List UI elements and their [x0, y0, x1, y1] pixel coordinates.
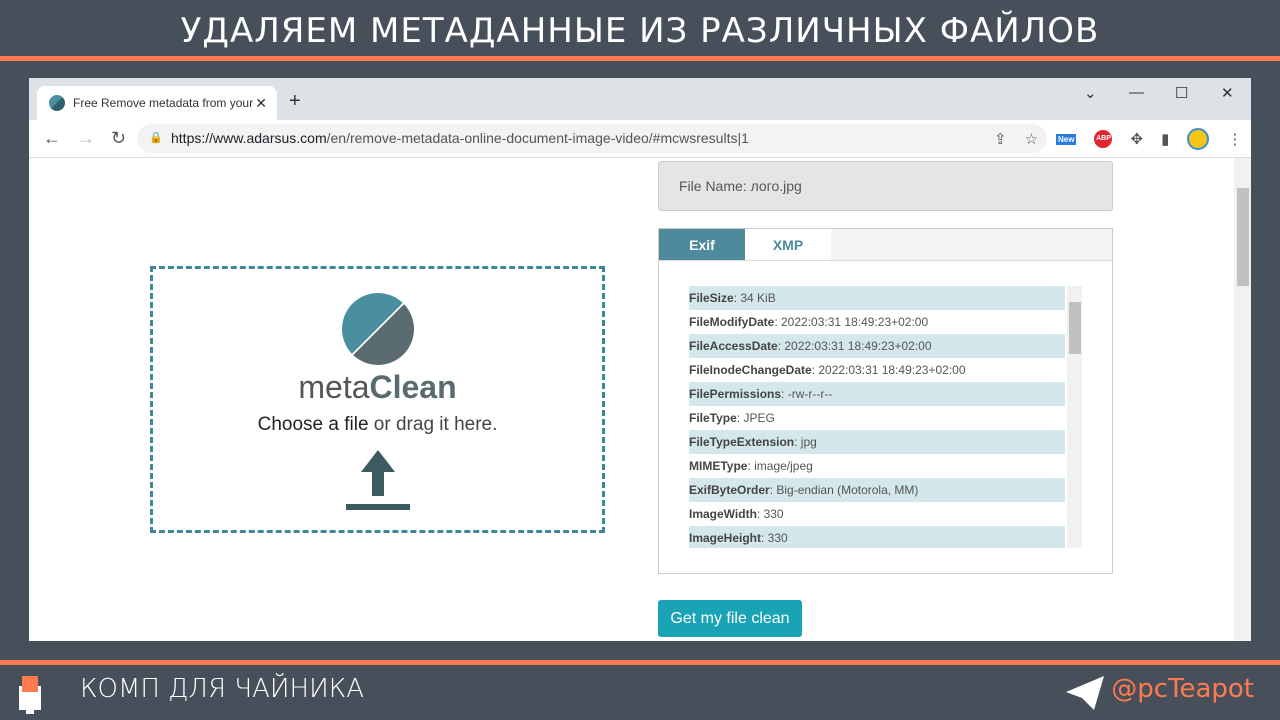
metadata-row: FileType: JPEG [689, 406, 1065, 430]
share-icon[interactable]: ⇪ [994, 130, 1007, 148]
side-panel-icon[interactable]: ▮ [1161, 130, 1169, 148]
metadata-list: FileSize: 34 KiB FileModifyDate: 2022:03:… [689, 286, 1065, 548]
computer-teapot-icon [19, 676, 41, 714]
metadata-row: FilePermissions: -rw-r--r-- [689, 382, 1065, 406]
metadata-key: ImageHeight [689, 531, 762, 545]
bookmark-star-icon[interactable]: ☆ [1025, 130, 1038, 148]
site-favicon-icon [49, 95, 65, 111]
choose-file-text[interactable]: Choose a file or drag it here. [153, 414, 602, 436]
metadata-key: FileType [689, 411, 737, 425]
file-drop-zone[interactable]: metaClean Choose a file or drag it here. [150, 266, 605, 533]
tab-title: Free Remove metadata from your [73, 96, 254, 110]
url-host: https://www.adarsus.com [171, 130, 327, 146]
metadata-row: FileInodeChangeDate: 2022:03:31 18:49:23… [689, 358, 1065, 382]
extensions-puzzle-icon[interactable]: ✥ [1130, 130, 1143, 148]
metadata-row: ImageHeight: 330 [689, 526, 1065, 548]
forward-icon[interactable]: → [77, 128, 97, 149]
extension-new-icon[interactable]: New [1056, 133, 1077, 145]
get-file-clean-button[interactable]: Get my file clean [658, 600, 802, 637]
divider [0, 660, 1280, 665]
telegram-icon [1066, 676, 1104, 710]
maximize-button[interactable]: ☐ [1175, 84, 1188, 102]
banner-title: УДАЛЯЕМ МЕТАДАННЫЕ ИЗ РАЗЛИЧНЫХ ФАЙЛОВ [180, 11, 1100, 51]
metadata-value: : 2022:03:31 18:49:23+02:00 [811, 363, 966, 377]
divider [0, 56, 1280, 61]
metadata-row: FileTypeExtension: jpg [689, 430, 1065, 454]
metadata-row: ImageWidth: 330 [689, 502, 1065, 526]
browser-window: Free Remove metadata from your ✕ + ⌄ — ☐… [29, 78, 1251, 641]
page-scrollbar[interactable] [1234, 158, 1251, 641]
metaclean-logo-icon [341, 293, 414, 365]
footer: КОМП ДЛЯ ЧАЙНИКА @pcTeapot [0, 666, 1280, 720]
menu-kebab-icon[interactable]: ⋮ [1227, 130, 1242, 148]
metadata-key: FileModifyDate [689, 315, 775, 329]
minimize-button[interactable]: — [1129, 84, 1144, 101]
back-icon[interactable]: ← [43, 128, 63, 149]
metadata-key: FileAccessDate [689, 339, 778, 353]
metadata-value: : image/jpeg [747, 459, 813, 473]
metadata-key: FilePermissions [689, 387, 782, 401]
metadata-row: MIMEType: image/jpeg [689, 454, 1065, 478]
tab-exif[interactable]: Exif [659, 229, 745, 260]
brand-name: metaClean [298, 369, 457, 405]
metadata-value: : 2022:03:31 18:49:23+02:00 [774, 315, 929, 329]
metadata-value: : 330 [761, 531, 788, 545]
tab-bar: Free Remove metadata from your ✕ + ⌄ — ☐… [29, 78, 1251, 120]
new-tab-button[interactable]: + [289, 90, 301, 113]
adblock-icon[interactable]: ABP [1094, 130, 1113, 148]
web-page: metaClean Choose a file or drag it here.… [29, 158, 1234, 641]
metadata-value: : 330 [756, 507, 784, 521]
channel-name: КОМП ДЛЯ ЧАЙНИКА [80, 674, 365, 704]
metadata-value: : jpg [794, 435, 817, 449]
metadata-value: : 2022:03:31 18:49:23+02:00 [777, 339, 932, 353]
metadata-key: ExifByteOrder [689, 483, 770, 497]
metadata-row: ExifByteOrder: Big-endian (Motorola, MM) [689, 478, 1065, 502]
address-bar[interactable]: 🔒 https://www.adarsus.com/en/remove-meta… [137, 124, 1047, 153]
lock-icon: 🔒 [149, 132, 163, 144]
profile-avatar[interactable] [1187, 128, 1210, 150]
metadata-key: MIMEType [689, 459, 748, 473]
upload-arrow-icon [345, 450, 410, 510]
metadata-row: FileSize: 34 KiB [689, 286, 1065, 310]
tab-xmp[interactable]: XMP [745, 229, 831, 260]
metadata-key: FileInodeChangeDate [689, 363, 812, 377]
metadata-panel: Exif XMP FileSize: 34 KiB FileModifyDate:… [658, 228, 1113, 574]
metadata-value: : 34 KiB [733, 291, 776, 305]
file-name-field: File Name: лого.jpg [658, 161, 1113, 211]
metadata-row: FileModifyDate: 2022:03:31 18:49:23+02:0… [689, 310, 1065, 334]
metadata-scrollbar[interactable] [1067, 286, 1082, 548]
url-path: /en/remove-metadata-online-document-imag… [326, 130, 749, 146]
browser-toolbar: ← → ↻ 🔒 https://www.adarsus.com/en/remov… [29, 120, 1251, 158]
metadata-key: FileTypeExtension [689, 435, 795, 449]
close-tab-icon[interactable]: ✕ [255, 95, 267, 112]
metadata-row: FileAccessDate: 2022:03:31 18:49:23+02:0… [689, 334, 1065, 358]
browser-tab[interactable]: Free Remove metadata from your ✕ [37, 86, 277, 120]
tab-search-icon[interactable]: ⌄ [1084, 84, 1097, 102]
metadata-key: FileSize [689, 291, 734, 305]
metadata-key: ImageWidth [689, 507, 757, 521]
reload-icon[interactable]: ↻ [111, 128, 131, 149]
metadata-value: : JPEG [736, 411, 775, 425]
metadata-value: : -rw-r--r-- [781, 387, 833, 401]
channel-handle: @pcTeapot [1111, 674, 1254, 704]
metadata-value: : Big-endian (Motorola, MM) [769, 483, 919, 497]
close-window-button[interactable]: ✕ [1221, 84, 1234, 102]
